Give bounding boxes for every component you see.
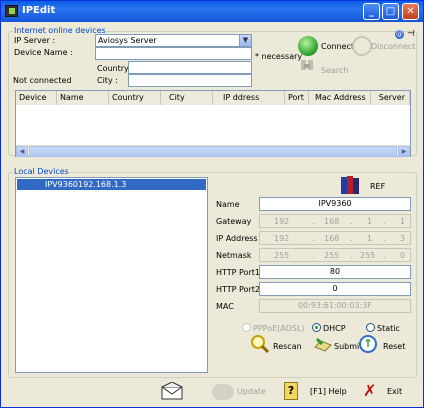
pppoe-label[interactable]: PPPoE(ADSL) [253,324,305,333]
http-port2-field[interactable]: 0 [259,282,411,296]
update-icon[interactable] [212,384,234,400]
octet: 0 [400,251,406,260]
name-field[interactable]: IPV9360 [259,197,411,211]
pppoe-radio[interactable] [242,323,251,332]
http-port1-field[interactable]: 80 [259,265,411,279]
octet: 255 [274,251,290,260]
ref-button[interactable]: REF [370,182,385,191]
window-title: IPEdit [22,5,56,16]
reset-icon[interactable]: ↑ [359,335,377,353]
mac-label: MAC [216,302,234,311]
octet: 192 [274,217,290,226]
octet: 255 [360,251,376,260]
octet: 1 [400,217,406,226]
dot: . [383,217,386,226]
connection-status: Not connected [13,76,72,85]
octet: 1 [367,217,373,226]
exit-button[interactable]: Exit [387,387,402,396]
magnifier-icon[interactable] [250,334,270,354]
column-header[interactable]: Mac Address [309,91,371,105]
static-radio[interactable] [366,323,375,332]
disconnect-icon[interactable] [352,36,372,56]
disconnect-button[interactable]: Disconnect [371,42,415,51]
netmask-label: Netmask [216,251,252,260]
ip-address-field: 192 . 168 . 1 . 3 [259,231,411,245]
minimize-button[interactable]: _ [363,3,380,20]
mac-field: 00:93:61:00:03:3F [259,299,411,313]
octet: 255 [324,251,340,260]
column-header[interactable]: City [161,91,213,105]
ip-address-label: IP Address [216,234,258,243]
ip-server-select[interactable]: Aviosys Server ▼ [95,34,252,47]
chevron-down-icon[interactable]: ▼ [239,35,251,46]
octet: 1 [367,234,373,243]
title-bar: IPEdit _ □ ✕ [1,1,423,22]
ipedit-window: IPEdit _ □ ✕ Internet online devices IP … [0,0,424,408]
submit-icon[interactable] [313,335,333,353]
online-devices-list[interactable]: Device Name Country City IP ddress Port … [15,90,411,157]
octet: 168 [324,217,340,226]
device-name-field[interactable] [95,47,252,60]
reset-button[interactable]: Reset [383,342,405,351]
help-icon[interactable]: @ [395,30,404,39]
column-header[interactable]: Device [16,91,57,105]
dot: . [383,251,386,260]
dot: . [350,234,353,243]
city-label: City : [97,76,118,85]
gateway-field: 192 . 168 . 1 . 1 [259,214,411,228]
column-header[interactable]: Port [285,91,309,105]
list-item[interactable]: IPV9360192.168.1.3 [17,179,206,190]
static-label[interactable]: Static [377,324,400,333]
column-header[interactable]: IP ddress [213,91,285,105]
maximize-button[interactable]: □ [382,3,399,20]
http-port2-label: HTTP Port2 [216,285,260,294]
close-button[interactable]: ✕ [402,3,419,20]
exit-icon[interactable]: ✗ [363,382,376,400]
necessary-note: * necessary [255,52,303,61]
help-button[interactable]: [F1] Help [310,387,347,396]
pin-icon[interactable]: ⊣ [407,29,415,39]
scroll-left-icon[interactable]: ◀ [16,146,28,157]
local-devices-list[interactable]: IPV9360192.168.1.3 [15,177,208,373]
octet: 3 [400,234,406,243]
dot: . [312,234,315,243]
horizontal-scrollbar[interactable]: ◀ ▶ [16,145,410,157]
app-icon [5,5,18,17]
books-icon[interactable] [339,174,361,196]
connect-icon[interactable] [298,36,318,56]
dot: . [350,251,353,260]
gateway-label: Gateway [216,217,252,226]
country-field[interactable] [128,61,252,74]
octet: 168 [324,234,340,243]
group-title: Internet online devices [13,26,107,35]
dot: . [312,217,315,226]
envelope-icon[interactable] [161,382,183,400]
name-label: Name [216,200,240,209]
help-book-icon[interactable]: ? [284,382,298,400]
city-field[interactable] [128,74,252,87]
column-header[interactable]: Server [371,91,410,105]
connect-button[interactable]: Connect [321,42,354,51]
update-button[interactable]: Update [237,387,266,396]
dhcp-label[interactable]: DHCP [323,324,346,333]
rescan-button[interactable]: Rescan [273,342,302,351]
search-icon[interactable] [299,58,315,76]
scroll-right-icon[interactable]: ▶ [398,146,410,157]
device-name-label: Device Name : [14,48,73,57]
scroll-thumb[interactable] [29,146,397,157]
dot: . [383,234,386,243]
ip-server-label: IP Server : [14,36,56,45]
octet: 192 [274,234,290,243]
dhcp-radio[interactable] [312,323,321,332]
dot: . [312,251,315,260]
search-button[interactable]: Search [321,66,348,75]
http-port1-label: HTTP Port1 [216,268,260,277]
dot: . [350,217,353,226]
column-header[interactable]: Country [109,91,161,105]
group-title: Local Devices [13,167,70,176]
netmask-field: 255 . 255 . 255 . 0 [259,248,411,262]
column-header[interactable]: Name [57,91,109,105]
ip-server-value: Aviosys Server [98,36,157,45]
